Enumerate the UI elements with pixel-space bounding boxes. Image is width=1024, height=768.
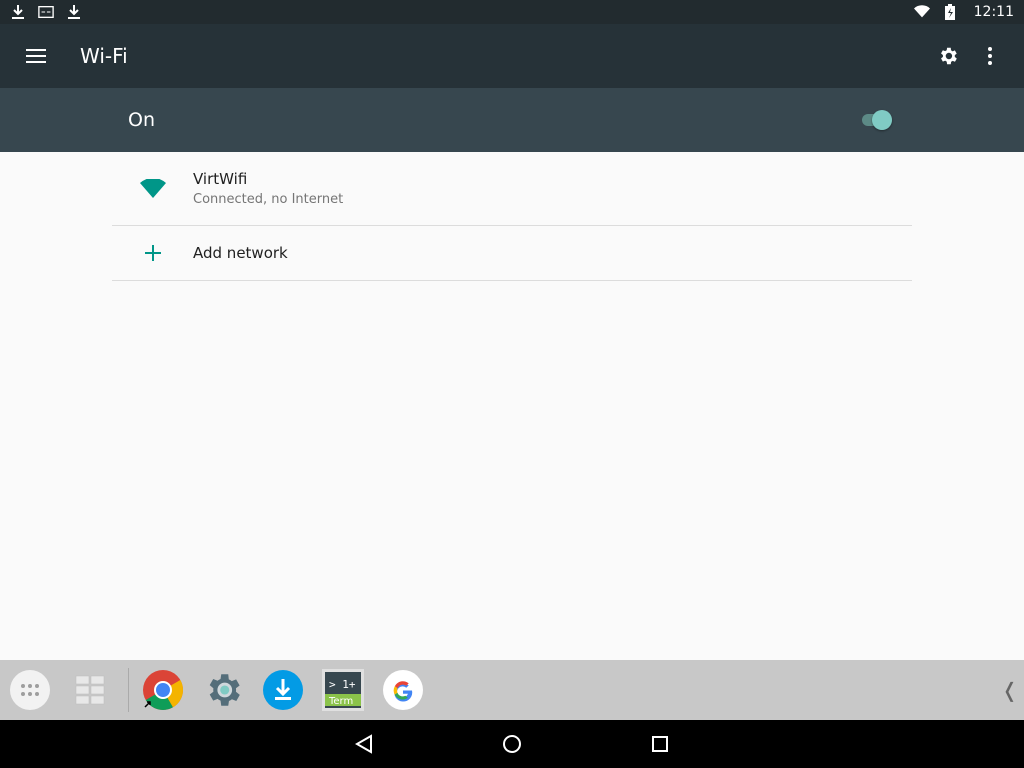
settings-app[interactable]	[201, 668, 245, 712]
recents-icon	[652, 736, 668, 752]
terminal-label-line1: > 1+	[329, 678, 356, 691]
all-apps-button[interactable]	[8, 668, 52, 712]
back-button[interactable]	[350, 730, 378, 758]
add-network-label: Add network	[193, 244, 288, 262]
recents-button[interactable]	[646, 730, 674, 758]
network-icon-container	[112, 178, 193, 199]
terminal-app[interactable]: > 1+ Term	[321, 668, 365, 712]
switch-label: On	[128, 109, 155, 131]
chrome-app[interactable]	[141, 668, 185, 712]
menu-button[interactable]	[24, 44, 48, 68]
downloads-app-icon	[263, 670, 303, 710]
toggle-thumb	[872, 110, 892, 130]
settings-app-icon	[209, 674, 240, 706]
toolbar: Wi-Fi	[0, 24, 1024, 88]
wifi-toggle[interactable]	[860, 110, 894, 130]
add-network-text: Add network	[193, 244, 288, 262]
network-status: Connected, no Internet	[193, 192, 344, 207]
back-icon	[355, 734, 372, 754]
download-icon	[66, 4, 82, 20]
plus-icon	[144, 245, 161, 261]
download-icon	[10, 4, 26, 20]
grid-icon	[75, 675, 105, 705]
wifi-signal-icon	[139, 178, 166, 198]
home-icon	[503, 735, 521, 753]
sim-icon	[38, 4, 54, 20]
more-options-button[interactable]	[974, 40, 1006, 72]
status-left	[10, 4, 82, 20]
google-app[interactable]	[381, 668, 425, 712]
home-button[interactable]	[498, 730, 526, 758]
clock: 12:11	[973, 4, 1014, 20]
navigation-bar	[0, 720, 1024, 768]
terminal-label-line2: Term	[328, 696, 353, 707]
add-icon-container	[112, 245, 193, 261]
network-list: VirtWifi Connected, no Internet Add netw…	[112, 152, 912, 281]
menu-icon	[26, 49, 46, 63]
settings-button[interactable]	[932, 40, 964, 72]
grid-button[interactable]	[68, 668, 112, 712]
wifi-icon	[913, 4, 930, 20]
taskbar-collapse-button[interactable]: ❬	[1001, 678, 1018, 702]
status-bar: 12:11	[0, 0, 1024, 24]
taskbar: > 1+ Term ❬	[0, 660, 1024, 720]
taskbar-divider	[128, 668, 129, 712]
chrome-icon	[143, 670, 183, 710]
downloads-app[interactable]	[261, 668, 305, 712]
app-drawer-icon	[10, 670, 50, 710]
page-title: Wi-Fi	[80, 44, 128, 68]
network-text: VirtWifi Connected, no Internet	[193, 170, 343, 207]
wifi-switch-bar[interactable]: On	[0, 88, 1024, 152]
status-right: 12:11	[913, 4, 1014, 20]
battery-icon	[942, 4, 958, 20]
list-item-network[interactable]: VirtWifi Connected, no Internet	[112, 152, 912, 226]
settings-icon	[941, 47, 957, 65]
network-name: VirtWifi	[193, 170, 248, 188]
google-app-icon	[383, 670, 423, 710]
terminal-app-icon: > 1+ Term	[322, 669, 364, 711]
more-vert-icon	[988, 47, 992, 65]
add-network-row[interactable]: Add network	[112, 226, 912, 281]
